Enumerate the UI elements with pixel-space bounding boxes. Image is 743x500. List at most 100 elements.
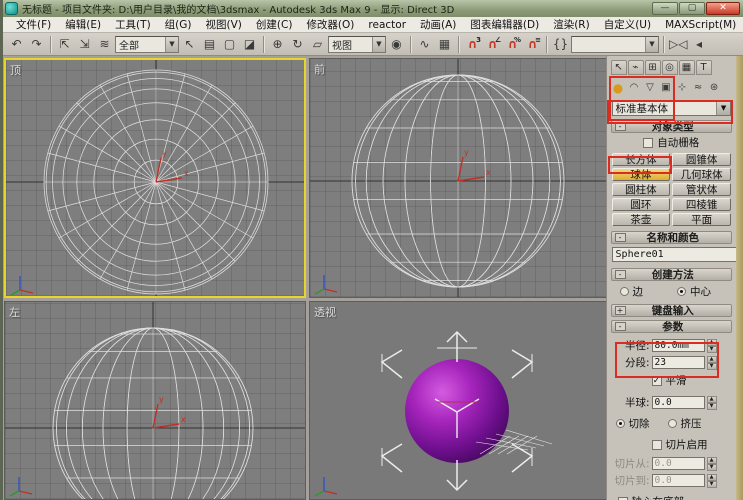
- maximize-icon[interactable]: ▢: [679, 2, 705, 15]
- rectangular-selection-region-icon[interactable]: ▢: [220, 35, 239, 54]
- redo-icon[interactable]: ↷: [27, 35, 46, 54]
- collapse-icon[interactable]: -: [615, 122, 626, 131]
- chevron-down-icon[interactable]: ▼: [165, 37, 178, 52]
- collapse-icon[interactable]: -: [615, 270, 626, 279]
- object-type-button-长方体[interactable]: 长方体: [612, 153, 671, 166]
- menu-item-1[interactable]: 编辑(E): [58, 17, 108, 32]
- select-and-rotate-icon[interactable]: ↻: [288, 35, 307, 54]
- chevron-down-icon[interactable]: ▼: [372, 37, 385, 52]
- object-type-button-茶壶[interactable]: 茶壶: [612, 213, 671, 226]
- tab-modify-icon[interactable]: ⌁: [628, 60, 644, 75]
- collapse-icon[interactable]: -: [615, 322, 626, 331]
- menu-item-2[interactable]: 工具(T): [108, 17, 158, 32]
- selection-filter-dropdown[interactable]: 全部▼: [115, 36, 179, 53]
- menu-item-3[interactable]: 组(G): [158, 17, 199, 32]
- menu-item-6[interactable]: 修改器(O): [299, 17, 361, 32]
- title-bar[interactable]: 无标题 - 项目文件夹: D:\用户目录\我的文档\3dsmax - Autod…: [3, 0, 743, 17]
- menu-item-5[interactable]: 创建(C): [249, 17, 300, 32]
- subtab-shapes-icon[interactable]: ◠: [627, 80, 642, 95]
- subtab-lights-icon[interactable]: ▽: [643, 80, 658, 95]
- object-type-button-圆锥体[interactable]: 圆锥体: [672, 153, 731, 166]
- chop-radio[interactable]: [616, 419, 625, 428]
- viewport-perspective-label[interactable]: 透视: [314, 304, 336, 320]
- autogrid-checkbox[interactable]: [643, 138, 653, 148]
- viewport-top[interactable]: 顶 xy: [4, 58, 306, 298]
- smooth-checkbox[interactable]: ✓: [652, 376, 662, 386]
- hemisphere-spinner[interactable]: ▲▼: [707, 396, 717, 410]
- select-object-icon[interactable]: ↖: [180, 35, 199, 54]
- unlink-selection-icon[interactable]: ⇲: [75, 35, 94, 54]
- select-and-move-icon[interactable]: ⊕: [268, 35, 287, 54]
- named-selection-sets-dropdown[interactable]: ▼: [571, 36, 659, 53]
- tab-utilities-icon[interactable]: T: [696, 60, 712, 75]
- menu-item-10[interactable]: 渲染(R): [546, 17, 597, 32]
- object-type-button-球体[interactable]: 球体: [612, 168, 671, 181]
- close-icon[interactable]: ✕: [706, 2, 740, 15]
- subtab-systems-icon[interactable]: ⊛: [707, 80, 722, 95]
- bind-to-space-warp-icon[interactable]: ≋: [95, 35, 114, 54]
- hemisphere-field[interactable]: 0.0: [652, 396, 705, 409]
- viewport-perspective[interactable]: 透视: [309, 301, 607, 500]
- menu-item-11[interactable]: 自定义(U): [597, 17, 658, 32]
- spinner-snap-icon[interactable]: ∩≡: [523, 35, 542, 54]
- chevron-down-icon[interactable]: ▼: [716, 101, 730, 115]
- viewport-left-label[interactable]: 左: [9, 304, 20, 320]
- menu-item-12[interactable]: MAXScript(M): [658, 19, 743, 31]
- viewport-front[interactable]: 前 xy: [309, 58, 607, 298]
- rollout-keyboard-entry[interactable]: + 键盘输入: [611, 304, 733, 317]
- window-crossing-icon[interactable]: ◪: [240, 35, 259, 54]
- viewport-front-label[interactable]: 前: [314, 61, 325, 77]
- tab-display-icon[interactable]: ▦: [679, 60, 695, 75]
- subtab-geometry-icon[interactable]: ●: [611, 80, 626, 95]
- squash-radio[interactable]: [668, 419, 677, 428]
- subtab-spacewarps-icon[interactable]: ≈: [691, 80, 706, 95]
- object-name-input[interactable]: [612, 247, 737, 262]
- subtab-helpers-icon[interactable]: ⊹: [675, 80, 690, 95]
- angle-snap-icon[interactable]: ∩∠: [483, 35, 502, 54]
- object-type-button-几何球体[interactable]: 几何球体: [672, 168, 731, 181]
- reference-coordinate-dropdown[interactable]: 视图▼: [328, 36, 386, 53]
- toolbar-scroll-icon[interactable]: ◂: [689, 35, 708, 54]
- collapse-icon[interactable]: -: [615, 233, 626, 242]
- rollout-object-type[interactable]: - 对象类型: [611, 120, 733, 133]
- tab-hierarchy-icon[interactable]: ⊞: [645, 60, 661, 75]
- select-by-name-icon[interactable]: ▤: [200, 35, 219, 54]
- object-type-button-圆环[interactable]: 圆环: [612, 198, 671, 211]
- minimize-icon[interactable]: —: [652, 2, 678, 15]
- base-to-pivot-checkbox[interactable]: [618, 497, 628, 500]
- menu-item-7[interactable]: reactor: [361, 19, 413, 31]
- center-radio[interactable]: [677, 287, 686, 296]
- undo-icon[interactable]: ↶: [7, 35, 26, 54]
- percent-snap-icon[interactable]: ∩%: [503, 35, 522, 54]
- menu-item-4[interactable]: 视图(V): [199, 17, 249, 32]
- menu-item-8[interactable]: 动画(A): [413, 17, 463, 32]
- mirror-icon[interactable]: ▷◁: [668, 35, 688, 54]
- slice-on-checkbox[interactable]: [652, 440, 662, 450]
- object-type-button-四棱锥[interactable]: 四棱锥: [672, 198, 731, 211]
- select-and-scale-icon[interactable]: ▱: [308, 35, 327, 54]
- expand-icon[interactable]: +: [615, 306, 626, 315]
- radius-field[interactable]: 80.0mm: [652, 339, 705, 352]
- viewport-left[interactable]: 左 xy: [4, 301, 306, 500]
- tab-create-icon[interactable]: ↖: [611, 60, 627, 75]
- use-pivot-point-center-icon[interactable]: ◉: [387, 35, 406, 54]
- snaps-toggle-icon[interactable]: ∩3: [463, 35, 482, 54]
- select-and-manipulate-icon[interactable]: ∿: [415, 35, 434, 54]
- viewport-top-label[interactable]: 顶: [10, 62, 21, 78]
- chevron-down-icon[interactable]: ▼: [645, 37, 658, 52]
- edit-named-selections-icon[interactable]: {}: [551, 35, 570, 54]
- object-type-button-管状体[interactable]: 管状体: [672, 183, 731, 196]
- object-type-button-圆柱体[interactable]: 圆柱体: [612, 183, 671, 196]
- menu-item-9[interactable]: 图表编辑器(D): [463, 17, 546, 32]
- tab-motion-icon[interactable]: ◎: [662, 60, 678, 75]
- edge-radio[interactable]: [620, 287, 629, 296]
- radius-spinner[interactable]: ▲▼: [707, 339, 717, 353]
- rollout-creation-method[interactable]: - 创建方法: [611, 268, 733, 281]
- segments-spinner[interactable]: ▲▼: [707, 356, 717, 370]
- object-type-button-平面[interactable]: 平面: [672, 213, 731, 226]
- render-shortcut-icon[interactable]: ▦: [435, 35, 454, 54]
- select-and-link-icon[interactable]: ⇱: [55, 35, 74, 54]
- segments-field[interactable]: 23: [652, 356, 705, 369]
- menu-item-0[interactable]: 文件(F): [9, 17, 58, 32]
- rollout-name-color[interactable]: - 名称和颜色: [611, 231, 733, 244]
